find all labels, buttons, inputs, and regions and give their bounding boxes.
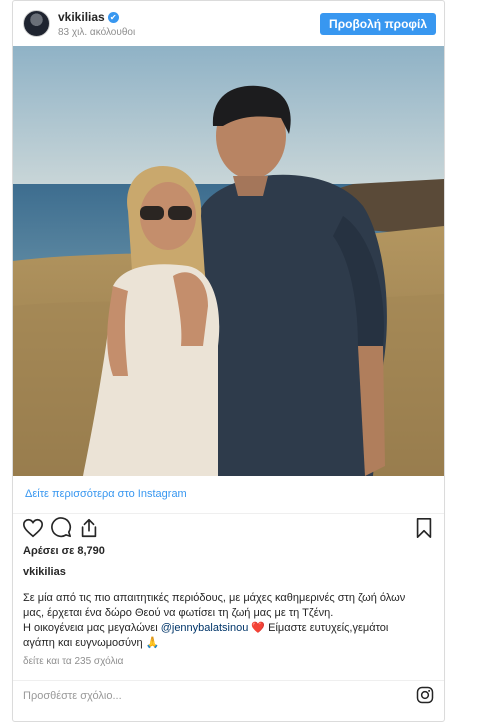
caption-line-1: Σε μία από τις πιο απαιτητικές περιόδους… bbox=[23, 592, 406, 604]
see-more-section: Δείτε περισσότερα στο Instagram bbox=[13, 476, 444, 514]
praying-hands-icon: 🙏 bbox=[145, 637, 160, 649]
instagram-icon[interactable] bbox=[416, 686, 434, 704]
heart-icon[interactable] bbox=[22, 517, 44, 539]
caption-line-3-end: Είμαστε ευτυχείς,γεμάτοι bbox=[265, 622, 389, 634]
instagram-embed: vkikilias ✔ 83 χιλ. ακόλουθοι Προβολή πρ… bbox=[12, 0, 445, 722]
caption-line-4-text: αγάπη και ευγνωμοσύνη bbox=[23, 637, 143, 649]
likes-count[interactable]: Αρέσει σε 8,790 bbox=[23, 545, 105, 557]
share-icon[interactable] bbox=[78, 517, 100, 539]
caption-line-4: αγάπη και ευγνωμοσύνη 🙏 bbox=[23, 636, 433, 651]
post-photo[interactable] bbox=[13, 46, 444, 476]
couple-photo-image bbox=[13, 46, 444, 476]
bookmark-icon[interactable] bbox=[413, 517, 435, 539]
verified-badge-icon: ✔ bbox=[107, 11, 119, 23]
username-row[interactable]: vkikilias ✔ bbox=[58, 10, 119, 24]
caption-username[interactable]: vkikilias bbox=[23, 566, 66, 578]
mention-link[interactable]: @jennybalatsinou bbox=[161, 622, 249, 634]
post-header: vkikilias ✔ 83 χιλ. ακόλουθοι Προβολή πρ… bbox=[13, 1, 444, 47]
caption-line-3: Η οικογένεια μας μεγαλώνει @jennybalatsi… bbox=[23, 621, 433, 636]
view-profile-button[interactable]: Προβολή προφίλ bbox=[320, 13, 436, 35]
action-bar bbox=[13, 514, 444, 542]
caption-line-3-start: Η οικογένεια μας μεγαλώνει bbox=[23, 622, 161, 634]
username[interactable]: vkikilias bbox=[58, 10, 105, 24]
post-caption: Σε μία από τις πιο απαιτητικές περιόδους… bbox=[23, 591, 433, 651]
add-comment-input[interactable]: Προσθέστε σχόλιο... bbox=[23, 690, 122, 702]
caption-line-2: μας, έρχεται ένα δώρο Θεού να φωτίσει τη… bbox=[23, 607, 334, 619]
avatar[interactable] bbox=[23, 10, 50, 37]
red-heart-icon: ❤️ bbox=[251, 622, 266, 634]
followers-count: 83 χιλ. ακόλουθοι bbox=[58, 27, 136, 38]
comment-icon[interactable] bbox=[50, 517, 72, 539]
see-more-on-instagram-link[interactable]: Δείτε περισσότερα στο Instagram bbox=[25, 488, 187, 500]
view-all-comments-link[interactable]: δείτε και τα 235 σχόλια bbox=[23, 656, 123, 667]
